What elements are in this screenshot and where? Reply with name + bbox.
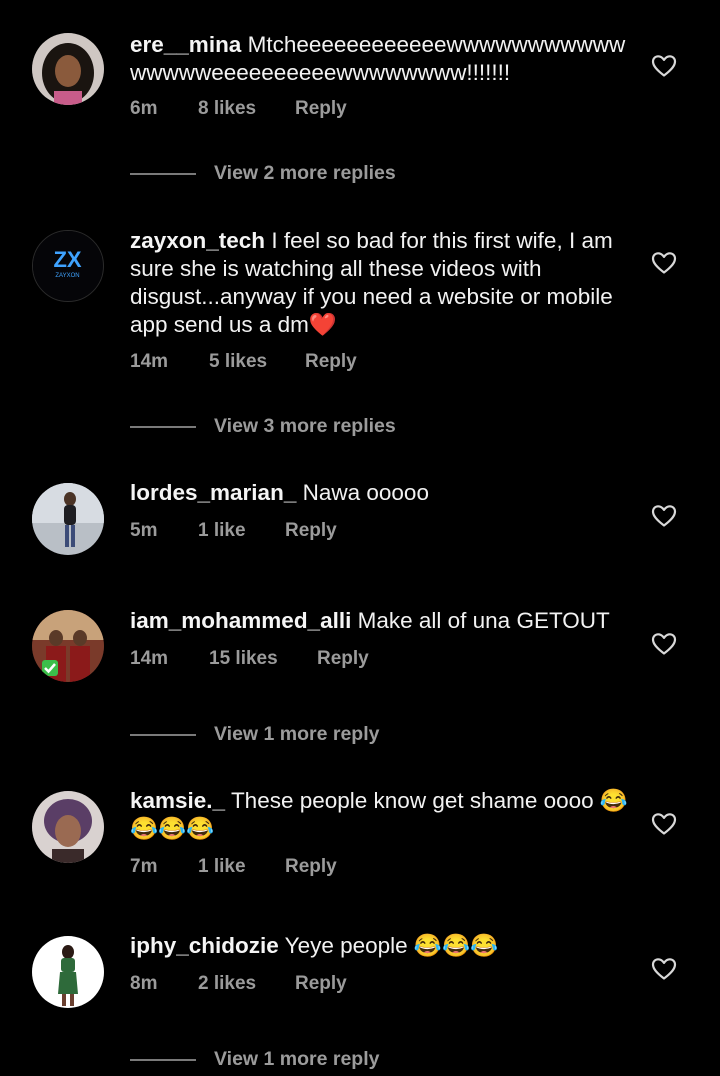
comment-body: Make all of una GETOUT <box>357 608 610 633</box>
comment-body: Yeye people 😂😂😂 <box>284 933 498 958</box>
comment-time: 7m <box>130 856 158 877</box>
like-count[interactable]: 1 like <box>198 517 246 545</box>
comment-meta: 6m 8 likes Reply <box>130 95 430 123</box>
heart-icon[interactable] <box>651 54 677 78</box>
like-count[interactable]: 1 like <box>198 853 246 881</box>
comment-meta: 14m 15 likes Reply <box>130 645 430 673</box>
view-replies-label: View 1 more reply <box>214 1048 380 1070</box>
view-replies-button[interactable]: View 1 more reply <box>130 1045 530 1073</box>
heart-icon[interactable] <box>651 632 677 656</box>
view-replies-button[interactable]: View 3 more replies <box>130 412 530 440</box>
comment-text: zayxon_tech I feel so bad for this first… <box>130 227 625 339</box>
username-link[interactable]: iphy_chidozie <box>130 933 279 958</box>
reply-button[interactable]: Reply <box>317 645 369 673</box>
comment-meta: 8m 2 likes Reply <box>130 970 430 998</box>
comment-text: iphy_chidozie Yeye people 😂😂😂 <box>130 932 630 960</box>
comment-meta: 14m 5 likes Reply <box>130 348 430 376</box>
comment-time: 5m <box>130 520 158 541</box>
reply-button[interactable]: Reply <box>295 95 347 123</box>
heart-icon[interactable] <box>651 251 677 275</box>
reply-button[interactable]: Reply <box>305 348 357 376</box>
like-count[interactable]: 15 likes <box>209 645 278 673</box>
avatar[interactable] <box>32 936 104 1008</box>
username-link[interactable]: ere__mina <box>130 32 241 57</box>
heart-icon[interactable] <box>651 957 677 981</box>
view-replies-label: View 2 more replies <box>214 162 396 184</box>
username-link[interactable]: lordes_marian_ <box>130 480 296 505</box>
replies-divider <box>130 173 196 175</box>
view-replies-label: View 3 more replies <box>214 415 396 437</box>
zayxon-logo-subtext: ZAYXON <box>55 273 79 279</box>
comment-time: 14m <box>130 648 169 669</box>
username-link[interactable]: iam_mohammed_alli <box>130 608 351 633</box>
comment-text: iam_mohammed_alli Make all of una GETOUT <box>130 607 630 635</box>
heart-icon[interactable] <box>651 812 677 836</box>
reply-button[interactable]: Reply <box>285 853 337 881</box>
comment-time: 6m <box>130 98 158 119</box>
comment-time: 14m <box>130 351 169 372</box>
comment-meta: 7m 1 like Reply <box>130 853 430 881</box>
replies-divider <box>130 734 196 736</box>
avatar[interactable] <box>32 610 104 682</box>
avatar[interactable] <box>32 483 104 555</box>
view-replies-label: View 1 more reply <box>214 723 380 745</box>
avatar[interactable]: ZX ZAYXON <box>32 230 104 302</box>
view-replies-button[interactable]: View 2 more replies <box>130 159 530 187</box>
comment-body: Nawa ooooo <box>302 480 429 505</box>
username-link[interactable]: kamsie._ <box>130 788 225 813</box>
comment-time: 8m <box>130 973 158 994</box>
heart-icon[interactable] <box>651 504 677 528</box>
comment-text: lordes_marian_ Nawa ooooo <box>130 479 630 507</box>
view-replies-button[interactable]: View 1 more reply <box>130 720 530 748</box>
like-count[interactable]: 2 likes <box>198 970 256 998</box>
replies-divider <box>130 1059 196 1061</box>
comment-text: kamsie._ These people know get shame ooo… <box>130 787 630 843</box>
zayxon-logo-icon: ZX <box>53 247 81 272</box>
comment-meta: 5m 1 like Reply <box>130 517 430 545</box>
like-count[interactable]: 8 likes <box>198 95 256 123</box>
like-count[interactable]: 5 likes <box>209 348 267 376</box>
replies-divider <box>130 426 196 428</box>
reply-button[interactable]: Reply <box>295 970 347 998</box>
avatar[interactable] <box>32 33 104 105</box>
comment-text: ere__mina Mtcheeeeeeeeeeeewwwwwwwwwwwwww… <box>130 31 630 87</box>
avatar[interactable] <box>32 791 104 863</box>
username-link[interactable]: zayxon_tech <box>130 228 265 253</box>
reply-button[interactable]: Reply <box>285 517 337 545</box>
